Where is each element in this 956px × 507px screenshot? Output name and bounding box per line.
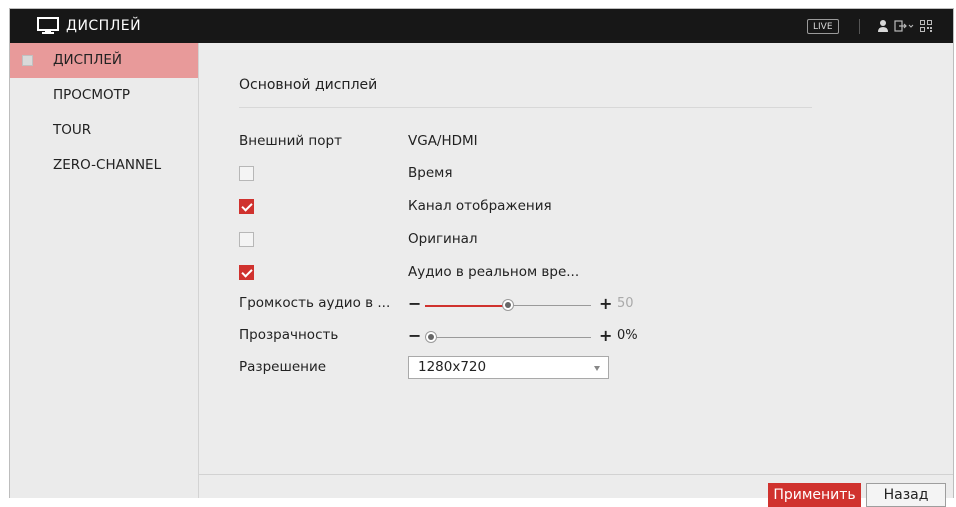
- volume-slider-handle[interactable]: [502, 299, 514, 311]
- back-button[interactable]: Назад: [866, 483, 946, 507]
- resolution-label: Разрешение: [239, 359, 327, 375]
- sidebar: ДИСПЛЕЙ ПРОСМОТР TOUR ZERO-CHANNEL: [10, 43, 199, 498]
- section-title: Основной дисплей: [239, 77, 378, 93]
- main-panel: Основной дисплей Внешний порт VGA/HDMI В…: [199, 43, 953, 507]
- sidebar-item-tour[interactable]: TOUR: [10, 113, 198, 148]
- chevron-down-icon: [594, 366, 600, 371]
- volume-decrease-button[interactable]: −: [408, 296, 421, 312]
- title-bar: ДИСПЛЕЙ LIVE: [10, 9, 953, 43]
- volume-increase-button[interactable]: +: [599, 296, 612, 312]
- apply-button[interactable]: Применить: [768, 483, 861, 507]
- display-settings-window: ДИСПЛЕЙ LIVE ДИСПЛЕЙ ПРОСМОТР TOUR ZERO-…: [9, 8, 954, 507]
- original-checkbox-label: Оригинал: [408, 231, 478, 247]
- time-checkbox-label: Время: [408, 165, 453, 181]
- resolution-select[interactable]: 1280x720: [408, 356, 609, 379]
- transparency-slider-handle[interactable]: [425, 331, 437, 343]
- volume-slider-fill: [425, 305, 508, 307]
- resolution-selected-value: 1280x720: [418, 359, 487, 375]
- live-button[interactable]: LIVE: [807, 19, 839, 34]
- volume-slider[interactable]: [425, 299, 591, 311]
- output-port-value: VGA/HDMI: [408, 133, 478, 149]
- volume-label: Громкость аудио в ...: [239, 295, 391, 311]
- logout-icon[interactable]: [894, 19, 914, 33]
- channel-display-checkbox-label: Канал отображения: [408, 198, 552, 214]
- volume-value: 50: [617, 296, 634, 311]
- sidebar-item-label: ДИСПЛЕЙ: [53, 52, 123, 68]
- transparency-value: 0%: [617, 328, 638, 343]
- user-icon[interactable]: [877, 19, 889, 33]
- section-divider: [239, 107, 812, 108]
- qr-code-icon[interactable]: [920, 19, 932, 33]
- titlebar-divider: [859, 19, 860, 34]
- transparency-slider[interactable]: [425, 331, 591, 343]
- monitor-icon: [37, 17, 59, 34]
- time-checkbox[interactable]: [239, 166, 254, 181]
- transparency-decrease-button[interactable]: −: [408, 328, 421, 344]
- arrow-right-icon: [22, 55, 33, 66]
- transparency-increase-button[interactable]: +: [599, 328, 612, 344]
- realtime-audio-checkbox[interactable]: [239, 265, 254, 280]
- channel-display-checkbox[interactable]: [239, 199, 254, 214]
- sidebar-item-preview[interactable]: ПРОСМОТР: [10, 78, 198, 113]
- sidebar-item-label: TOUR: [53, 122, 92, 138]
- sidebar-item-display[interactable]: ДИСПЛЕЙ: [10, 43, 198, 78]
- original-checkbox[interactable]: [239, 232, 254, 247]
- output-port-label: Внешний порт: [239, 133, 342, 149]
- sidebar-item-zero-channel[interactable]: ZERO-CHANNEL: [10, 148, 198, 183]
- realtime-audio-checkbox-label: Аудио в реальном вре...: [408, 264, 580, 280]
- footer-divider: [199, 474, 953, 475]
- window-title: ДИСПЛЕЙ: [66, 18, 142, 34]
- sidebar-item-label: ZERO-CHANNEL: [53, 157, 162, 173]
- transparency-label: Прозрачность: [239, 327, 339, 343]
- sidebar-item-label: ПРОСМОТР: [53, 87, 131, 103]
